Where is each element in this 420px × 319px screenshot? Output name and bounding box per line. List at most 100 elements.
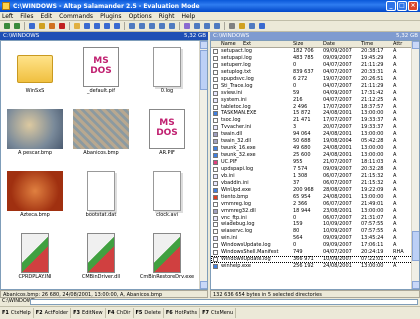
file-row[interactable]: vmmreg.log 2 366 06/07/2007 21:49:01 A [211, 201, 413, 208]
thumbnail-item[interactable]: 0.log [135, 43, 199, 105]
file-row[interactable]: twain_32.dll 50 688 19/08/2004 05:42:28 A [211, 138, 413, 145]
file-row[interactable]: tabletoc.log 2 496 17/07/2007 18:37:57 A [211, 104, 413, 111]
refresh-button[interactable] [27, 22, 36, 31]
thumbnail-item[interactable]: CPRDPLAY.INI [3, 229, 67, 289]
file-row[interactable]: updspapi.log 7 574 09/09/2007 20:32:28 A [211, 166, 413, 173]
left-path-bar[interactable]: C:\WINDOWS 5,32 GB [0, 32, 208, 40]
file-row[interactable]: WindowsUpdate.log 0 09/09/2007 17:06:11 A [211, 242, 413, 249]
scroll-up-button[interactable] [200, 41, 207, 49]
config-button[interactable] [227, 22, 236, 31]
file-row[interactable]: winhelp.exe 256 192 24/08/2001 13:00:00 A [211, 263, 413, 270]
properties-button[interactable] [167, 22, 176, 31]
menu-files[interactable]: Files [20, 13, 33, 20]
maximize-button[interactable]: □ [397, 1, 407, 11]
edit-button[interactable] [157, 22, 166, 31]
thumbnails-button[interactable] [182, 22, 191, 31]
fkey-actfolder[interactable]: F2 ActFolder [36, 308, 72, 318]
scroll-down-button[interactable] [200, 281, 207, 289]
thumbnail-item[interactable]: Abanicos.bmp [69, 105, 133, 167]
file-row[interactable]: wiaservc.log 80 10/09/2007 07:57:55 A [211, 228, 413, 235]
file-row[interactable]: TASKMAN.EXE 15 872 24/08/2001 13:00:00 A [211, 110, 413, 117]
thumbnail-item[interactable]: clock.avi [135, 167, 199, 229]
move-button[interactable] [47, 22, 56, 31]
right-vertical-scrollbar[interactable] [411, 41, 419, 289]
file-row[interactable]: UC.PIF 955 21/07/2007 18:11:03 A [211, 159, 413, 166]
find-button[interactable] [127, 22, 136, 31]
left-vertical-scrollbar[interactable] [199, 41, 207, 289]
menu-right[interactable]: Right [159, 13, 175, 20]
file-row[interactable]: setupapi.log 483 785 09/09/2007 19:45:29 A [211, 55, 413, 62]
right-path-bar[interactable]: C:\WINDOWS 5,32 GB [210, 32, 420, 40]
file-row[interactable]: vmmreg32.dll 18 944 23/08/2001 13:00:00 A [211, 208, 413, 215]
thumbnail-item[interactable]: Azteca.bmp [3, 167, 67, 229]
forward-button[interactable] [12, 22, 21, 31]
fkey-editnew[interactable]: F3 EditNew [73, 308, 106, 318]
view-button[interactable] [147, 22, 156, 31]
close-button[interactable]: × [408, 1, 418, 11]
menu-help[interactable]: Help [182, 13, 196, 20]
list-button[interactable] [202, 22, 211, 31]
hotpaths-button[interactable] [237, 22, 246, 31]
file-row[interactable]: vnc_ftp.ini 0 06/07/2007 21:31:07 A [211, 215, 413, 222]
sort-button[interactable] [212, 22, 221, 31]
fkey-chdir[interactable]: F4 ChDir [108, 308, 134, 318]
help-button[interactable] [257, 22, 266, 31]
column-ext[interactable]: Ext [243, 41, 251, 48]
select-button[interactable] [92, 22, 101, 31]
file-row[interactable]: vbaddin.ini 37 06/07/2007 21:15:32 A [211, 180, 413, 187]
column-attr[interactable]: Attr [393, 41, 402, 48]
file-row[interactable]: setuplog.txt 839 637 04/07/2007 20:33:31 A [211, 69, 413, 76]
compare-button[interactable] [137, 22, 146, 31]
menu-options[interactable]: Options [129, 13, 152, 20]
scroll-thumb[interactable] [200, 50, 207, 90]
copy-button[interactable] [37, 22, 46, 31]
thumbnail-item[interactable]: CmBinRestoreDrv.exe [135, 229, 199, 289]
back-button[interactable] [2, 22, 11, 31]
unselect-button[interactable] [102, 22, 111, 31]
file-row[interactable]: WinUpd.exe 200 968 28/08/2007 19:22:09 A [211, 187, 413, 194]
command-line-input[interactable] [30, 299, 418, 305]
menu-edit[interactable]: Edit [40, 13, 52, 20]
invert-button[interactable] [112, 22, 121, 31]
file-row[interactable]: win.ini 564 09/09/2007 13:45:24 A [211, 235, 413, 242]
file-row[interactable]: sview.ini 59 04/09/2007 17:31:42 A [211, 90, 413, 97]
thumbnail-item[interactable]: bootstat.dat [69, 167, 133, 229]
file-row[interactable]: tiento.bmp 65 954 24/08/2001 13:00:00 A [211, 194, 413, 201]
thumbnail-item[interactable]: CMBinDriver.dll [69, 229, 133, 289]
column-time[interactable]: Time [361, 41, 373, 48]
file-row[interactable]: setuperr.log 0 04/07/2007 21:11:29 A [211, 62, 413, 69]
details-button[interactable] [192, 22, 201, 31]
fkey-delete[interactable]: F5 Delete [136, 308, 164, 318]
column-date[interactable]: Date [323, 41, 335, 48]
left-panel-thumbnails[interactable]: WinSxS MS DOS _default.pif 0.log A pescar.bm… [0, 40, 208, 290]
file-row[interactable]: system.ini 216 04/07/2007 21:12:25 A [211, 97, 413, 104]
scroll-down-button[interactable] [412, 281, 419, 289]
thumbnail-item[interactable]: MS DOS AR.PIF [135, 105, 199, 167]
thumbnail-item[interactable]: WinSxS [3, 43, 67, 105]
scroll-thumb[interactable] [412, 231, 419, 261]
column-name[interactable]: Name [221, 41, 236, 48]
thumbnail-item[interactable]: A pescar.bmp [3, 105, 67, 167]
thumbnail-item[interactable]: MS DOS _default.pif [69, 43, 133, 105]
menu-commands[interactable]: Commands [59, 13, 93, 20]
file-row[interactable]: Tvvacher.ini 3 20/07/2007 19:33:37 A [211, 124, 413, 131]
newfolder-button[interactable] [72, 22, 81, 31]
file-row[interactable]: setupact.log 182 706 09/09/2007 20:38:17 A [211, 48, 413, 55]
menu-plugins[interactable]: Plugins [100, 13, 122, 20]
fkey-ctxmenu[interactable]: F7 CtxMenu [202, 308, 237, 318]
menu-left[interactable]: Left [2, 13, 13, 20]
fkey-ctxhelp[interactable]: F1 CtxHelp [2, 308, 34, 318]
file-row[interactable]: Sti_Trace.log 0 04/07/2007 21:11:29 A [211, 83, 413, 90]
file-row[interactable]: twain.dll 94 064 24/08/2001 13:00:00 A [211, 131, 413, 138]
usermenu-button[interactable] [247, 22, 256, 31]
minimize-button[interactable]: _ [386, 1, 396, 11]
right-panel-details[interactable]: Name Ext Size Date Time Attr setupact.lo… [210, 40, 420, 290]
file-row[interactable]: wiadebug.log 159 10/09/2007 07:57:55 A [211, 221, 413, 228]
file-row[interactable]: vb.ini 1 308 06/07/2007 21:15:32 A [211, 173, 413, 180]
file-row[interactable]: WindowsUpdate.log 366 971 10/09/2007 07:22:… [211, 256, 413, 264]
file-row[interactable]: WindowsShell.Manifest 749 04/07/2007 20:24:… [211, 249, 413, 256]
file-row[interactable]: tsoc.log 21 471 17/07/2007 19:33:37 A [211, 117, 413, 124]
file-row[interactable]: spupdsvc.log 6 272 19/07/2007 20:26:51 A [211, 76, 413, 83]
salamander-app-icon[interactable] [2, 2, 10, 10]
file-row[interactable]: twunk_16.exe 49 680 24/08/2001 13:00:00 A [211, 145, 413, 152]
